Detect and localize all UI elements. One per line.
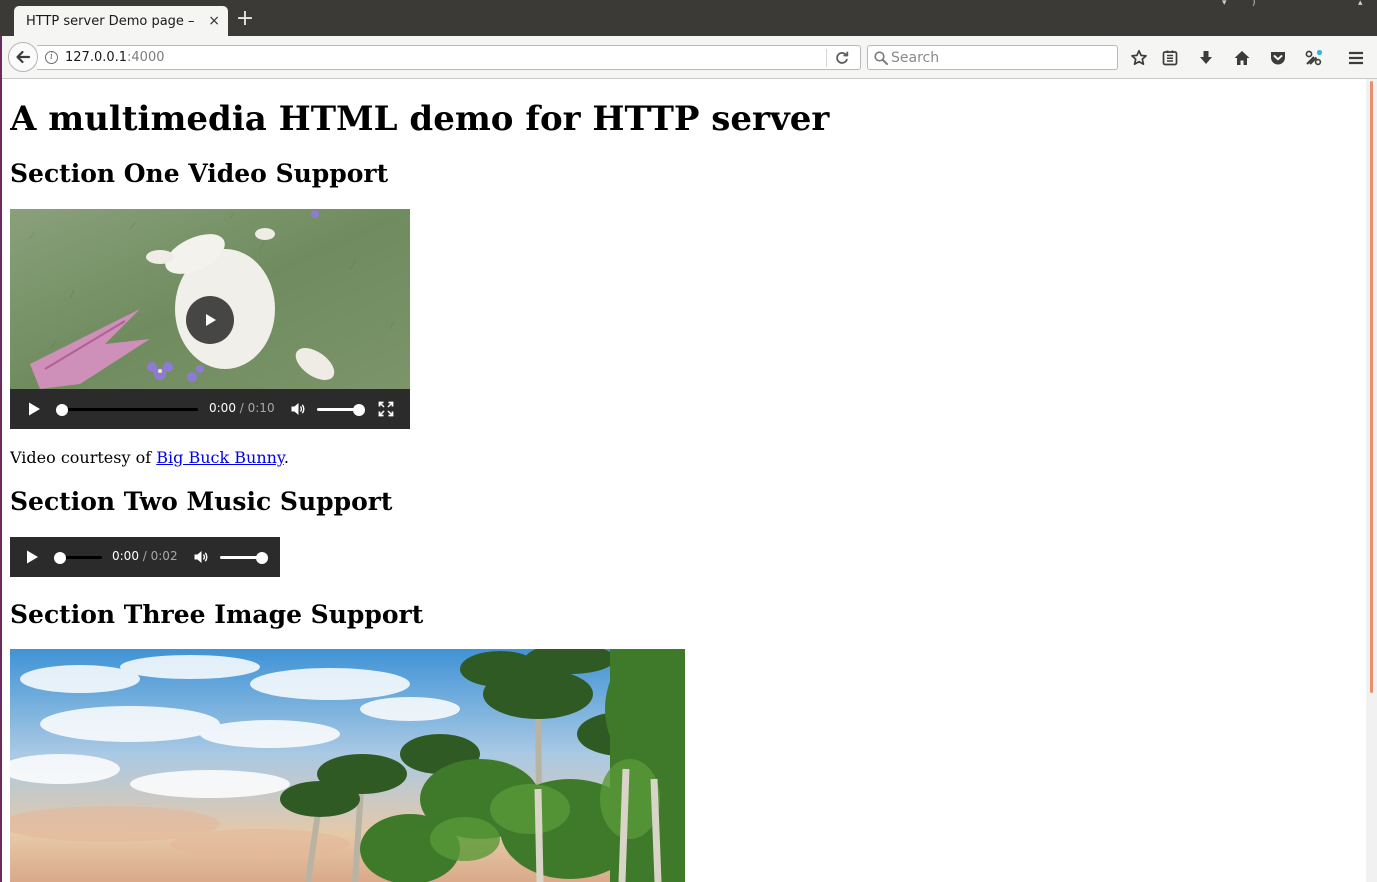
scrollbar-thumb[interactable] xyxy=(1370,81,1373,693)
video-time: 0:00 / 0:10 xyxy=(209,401,275,415)
big-buck-bunny-link[interactable]: Big Buck Bunny xyxy=(156,448,284,467)
play-icon xyxy=(206,314,216,326)
video-duration: 0:10 xyxy=(247,401,275,415)
page-title: A multimedia HTML demo for HTTP server xyxy=(10,99,830,139)
search-input[interactable]: Search xyxy=(891,50,939,66)
audio-progress-knob[interactable] xyxy=(54,551,66,564)
vertical-scrollbar[interactable] xyxy=(1366,79,1377,882)
audio-player[interactable]: 0:00 / 0:02 xyxy=(10,537,280,577)
video-progress-knob[interactable] xyxy=(56,403,68,416)
palm-trees-photo xyxy=(10,649,685,882)
pocket-icon[interactable] xyxy=(1267,47,1289,69)
tab-active[interactable]: HTTP server Demo page – × xyxy=(14,6,228,36)
caption-prefix: Video courtesy of xyxy=(10,448,157,467)
video-volume-knob[interactable] xyxy=(353,403,365,416)
hamburger-menu-icon[interactable] xyxy=(1345,47,1367,69)
page-content: A multimedia HTML demo for HTTP server S… xyxy=(10,79,1360,882)
caption-suffix: . xyxy=(283,448,289,467)
search-icon xyxy=(874,51,888,65)
info-icon[interactable]: i xyxy=(45,51,58,64)
video-progress-track[interactable] xyxy=(56,403,198,416)
video-current-time: 0:00 xyxy=(209,401,236,415)
video-volume-track[interactable] xyxy=(317,403,365,416)
tab-close-icon[interactable]: × xyxy=(208,13,220,29)
video-time-separator: / xyxy=(235,401,248,415)
reload-icon[interactable] xyxy=(834,50,850,66)
tray-power-icon: ▴ xyxy=(1358,0,1363,8)
video-caption: Video courtesy of Big Buck Bunny. xyxy=(10,448,289,467)
video-controls: 0:00 / 0:10 xyxy=(10,389,410,429)
extension-icon[interactable] xyxy=(1303,47,1325,69)
audio-time: 0:00 / 0:02 xyxy=(112,549,178,563)
download-icon[interactable] xyxy=(1195,47,1217,69)
audio-volume-icon[interactable] xyxy=(193,549,209,565)
reading-list-icon[interactable] xyxy=(1159,47,1181,69)
tray-indicator-icon: ▾ xyxy=(1222,0,1227,8)
audio-progress-track[interactable] xyxy=(54,551,102,564)
back-arrow-icon xyxy=(16,50,31,64)
system-tray: ▾ ) ▴ xyxy=(1222,0,1372,8)
url-divider xyxy=(826,49,827,67)
bookmark-star-icon[interactable] xyxy=(1128,47,1150,69)
fullscreen-icon[interactable] xyxy=(378,401,394,417)
url-text[interactable]: 127.0.0.1:4000 xyxy=(65,50,165,65)
search-bar[interactable]: Search xyxy=(867,45,1118,70)
video-play-icon[interactable] xyxy=(26,401,42,417)
section-two-heading: Section Two Music Support xyxy=(10,487,393,516)
new-tab-button[interactable]: + xyxy=(234,8,256,30)
url-port: :4000 xyxy=(127,50,165,65)
url-host: 127.0.0.1 xyxy=(65,50,128,65)
volume-icon[interactable] xyxy=(290,401,306,417)
home-icon[interactable] xyxy=(1231,47,1253,69)
audio-volume-knob[interactable] xyxy=(256,551,268,564)
navigation-toolbar: i 127.0.0.1:4000 Search xyxy=(0,36,1377,79)
tab-strip: ▾ ) ▴ HTTP server Demo page – × + xyxy=(0,0,1377,36)
section-one-heading: Section One Video Support xyxy=(10,159,389,188)
url-bar[interactable]: i 127.0.0.1:4000 xyxy=(37,45,861,70)
video-player[interactable]: 0:00 / 0:10 xyxy=(10,209,410,429)
tray-volume-icon: ) xyxy=(1252,0,1256,8)
audio-volume-track[interactable] xyxy=(220,551,268,564)
big-play-button[interactable] xyxy=(186,296,234,344)
audio-current-time: 0:00 xyxy=(112,549,139,563)
tab-title: HTTP server Demo page – xyxy=(26,13,195,29)
section-three-heading: Section Three Image Support xyxy=(10,600,424,629)
audio-duration: 0:02 xyxy=(150,549,178,563)
window-edge xyxy=(0,36,2,882)
audio-time-separator: / xyxy=(138,549,151,563)
back-button[interactable] xyxy=(8,42,38,72)
audio-play-icon[interactable] xyxy=(24,549,40,565)
